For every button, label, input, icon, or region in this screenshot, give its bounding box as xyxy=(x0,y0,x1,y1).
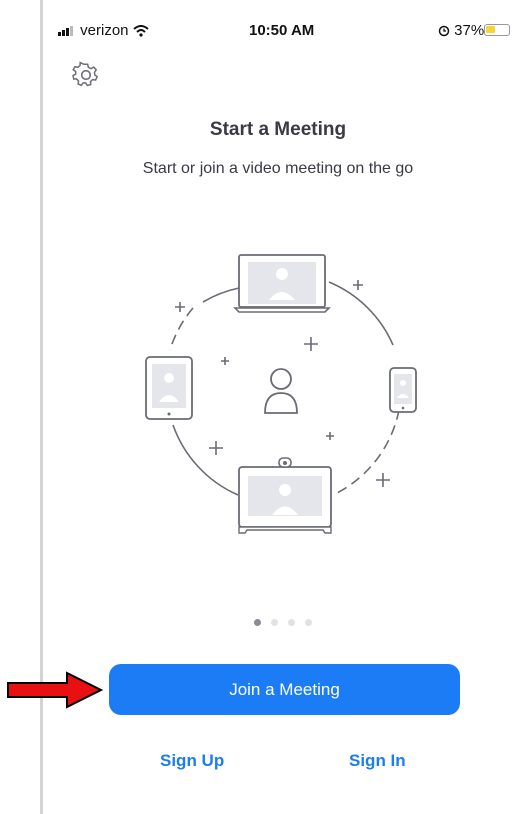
settings-button[interactable] xyxy=(71,60,101,90)
gear-icon xyxy=(72,61,99,87)
wifi-icon xyxy=(133,25,149,37)
signal-icon xyxy=(58,26,73,37)
battery-label: 37% xyxy=(454,22,485,39)
meeting-illustration xyxy=(43,240,513,540)
carrier-label: verizon xyxy=(80,22,129,39)
sign-up-link[interactable]: Sign Up xyxy=(160,751,224,771)
phone-screen: verizon 10:50 AM 37% Start a Meeting Sta… xyxy=(43,0,513,814)
page-dot-1[interactable] xyxy=(254,619,261,626)
status-battery-percent: 37% xyxy=(438,22,484,40)
status-bar: verizon 10:50 AM 37% xyxy=(43,0,513,44)
page-dot-4[interactable] xyxy=(305,619,312,626)
page-title: Start a Meeting xyxy=(209,119,347,140)
tablet-icon xyxy=(145,356,193,420)
alarm-icon xyxy=(438,25,450,37)
annotation-arrow-icon xyxy=(7,671,104,709)
person-icon xyxy=(264,368,298,414)
page-dot-3[interactable] xyxy=(288,619,295,626)
page-dot-2[interactable] xyxy=(271,619,278,626)
sign-in-link[interactable]: Sign In xyxy=(349,751,406,771)
join-meeting-button[interactable]: Join a Meeting xyxy=(109,664,460,715)
battery-icon xyxy=(484,24,510,36)
page: verizon 10:50 AM 37% Start a Meeting Sta… xyxy=(0,0,513,814)
status-time: 10:50 AM xyxy=(249,22,315,39)
status-carrier: verizon xyxy=(58,22,149,40)
video-room-icon xyxy=(238,457,332,534)
phone-icon xyxy=(389,367,417,413)
page-subtitle: Start or join a video meeting on the go xyxy=(142,160,414,177)
meeting-illustration-graphic xyxy=(145,254,417,534)
laptop-icon xyxy=(233,254,331,313)
page-indicator xyxy=(254,619,312,629)
